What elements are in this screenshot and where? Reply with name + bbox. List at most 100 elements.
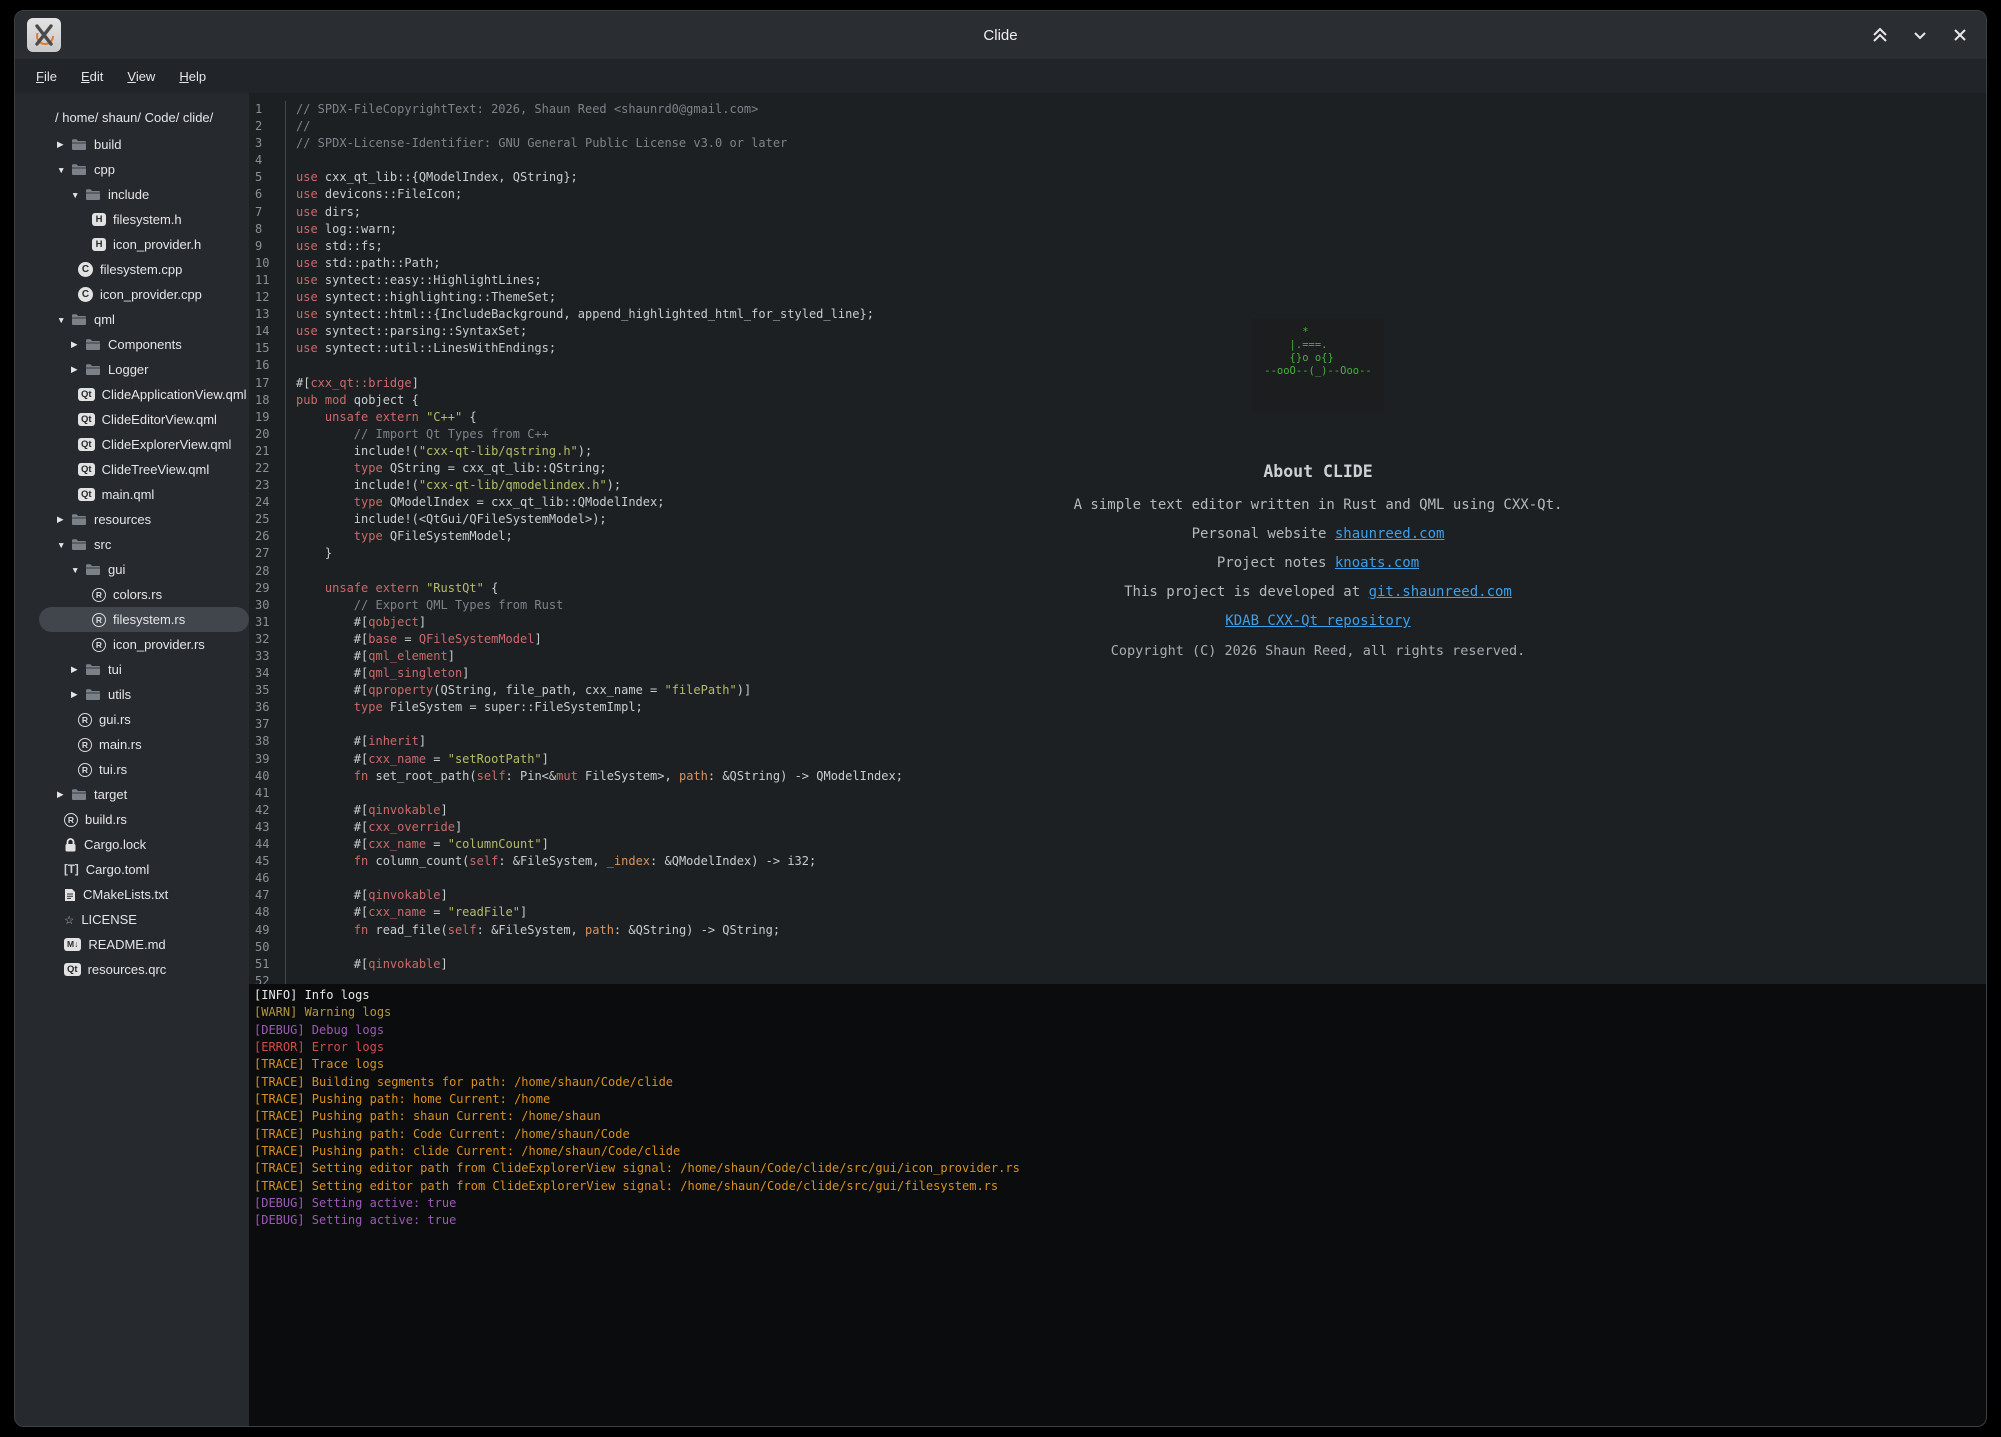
titlebar: Clide (15, 11, 1986, 59)
tree-item-gui[interactable]: ▼ gui (39, 557, 249, 582)
tree-item-target[interactable]: ▶target (39, 782, 249, 807)
about-link-knoats-com[interactable]: knoats.com (1335, 555, 1419, 571)
about-link-kdab-cxx-qt-repository[interactable]: KDAB CXX-Qt repository (1225, 613, 1410, 629)
tree-item-cargo-toml[interactable]: [T]Cargo.toml (39, 857, 249, 882)
chevron-expanded-icon[interactable]: ▼ (55, 540, 71, 550)
code-text: #[qml_singleton] (286, 665, 469, 682)
rust-file-icon: R (92, 588, 106, 602)
tree-item-readme-md[interactable]: M↓README.md (39, 932, 249, 957)
line-number: 6 (249, 186, 286, 203)
tree-item-label: filesystem.cpp (100, 262, 182, 277)
chevron-expanded-icon[interactable]: ▼ (55, 315, 71, 325)
tree-item-resources[interactable]: ▶resources (39, 507, 249, 532)
tree-item-cargo-lock[interactable]: Cargo.lock (39, 832, 249, 857)
tree-item-icon-provider-h[interactable]: Hicon_provider.h (39, 232, 249, 257)
tree-item-clidetreeview-qml[interactable]: QtClideTreeView.qml (39, 457, 249, 482)
code-line: 52 (249, 973, 1986, 984)
code-text: // (286, 118, 310, 135)
line-number: 19 (249, 409, 286, 426)
menu-item-help[interactable]: Help (170, 66, 215, 87)
ascii-art: * |.===. {}o o{} --ooO--(_)--Ooo-- (1252, 318, 1383, 412)
tree-item-label: ClideExplorerView.qml (102, 437, 232, 452)
tree-item-utils[interactable]: ▶utils (39, 682, 249, 707)
header-file-icon: H (92, 238, 106, 252)
tree-item-label: tui.rs (99, 762, 127, 777)
chevron-collapsed-icon[interactable]: ▶ (69, 364, 85, 375)
menu-item-file[interactable]: File (27, 66, 66, 87)
tree-item-resources-qrc[interactable]: Qtresources.qrc (39, 957, 249, 982)
tree-item-license[interactable]: ☆LICENSE (39, 907, 249, 932)
tree-item-logger[interactable]: ▶Logger (39, 357, 249, 382)
tree-item-clideeditorview-qml[interactable]: QtClideEditorView.qml (39, 407, 249, 432)
tree-item-filesystem-h[interactable]: Hfilesystem.h (39, 207, 249, 232)
chevron-collapsed-icon[interactable]: ▶ (55, 139, 71, 150)
about-link-git-shaunreed-com[interactable]: git.shaunreed.com (1369, 584, 1512, 600)
tree-item-icon-provider-cpp[interactable]: Cicon_provider.cpp (39, 282, 249, 307)
tree-item-label: filesystem.h (113, 212, 182, 227)
line-number: 8 (249, 221, 286, 238)
rust-file-icon: R (92, 638, 106, 652)
line-number: 32 (249, 631, 286, 648)
tree-item-clideapplicationview-qml[interactable]: QtClideApplicationView.qml (39, 382, 249, 407)
tree-item-label: icon_provider.rs (113, 637, 205, 652)
menu-item-edit[interactable]: Edit (72, 66, 112, 87)
window-title: Clide (15, 27, 1986, 44)
tree-item-qml[interactable]: ▼qml (39, 307, 249, 332)
code-text (286, 870, 296, 887)
code-text: // SPDX-FileCopyrightText: 2026, Shaun R… (286, 101, 758, 118)
chevron-collapsed-icon[interactable]: ▶ (69, 664, 85, 675)
line-number: 13 (249, 306, 286, 323)
code-text: use syntect::highlighting::ThemeSet; (286, 289, 556, 306)
log-entry-trace: [TRACE] Trace logs (254, 1056, 1986, 1073)
line-number: 4 (249, 152, 286, 169)
tree-item-colors-rs[interactable]: Rcolors.rs (39, 582, 249, 607)
tree-item-filesystem-rs[interactable]: Rfilesystem.rs (39, 607, 249, 632)
maximize-icon[interactable] (1868, 23, 1892, 47)
chevron-collapsed-icon[interactable]: ▶ (69, 689, 85, 700)
line-number: 34 (249, 665, 286, 682)
tree-item-label: ClideEditorView.qml (102, 412, 217, 427)
chevron-collapsed-icon[interactable]: ▶ (55, 514, 71, 525)
menu-item-view[interactable]: View (118, 66, 164, 87)
tree-item-tui[interactable]: ▶tui (39, 657, 249, 682)
chevron-expanded-icon[interactable]: ▼ (69, 565, 85, 575)
code-text: #[cxx_name = "columnCount"] (286, 836, 549, 853)
code-text: #[inherit] (286, 733, 426, 750)
minimize-icon[interactable] (1908, 23, 1932, 47)
tree-item-label: src (94, 537, 111, 552)
tree-item-main-qml[interactable]: Qtmain.qml (39, 482, 249, 507)
tree-item-src[interactable]: ▼ src (39, 532, 249, 557)
code-line: 10use std::path::Path; (249, 255, 1986, 272)
line-number: 30 (249, 597, 286, 614)
chevron-collapsed-icon[interactable]: ▶ (69, 339, 85, 350)
tree-item-filesystem-cpp[interactable]: Cfilesystem.cpp (39, 257, 249, 282)
tree-item-label: gui (108, 562, 125, 577)
tree-item-main-rs[interactable]: Rmain.rs (39, 732, 249, 757)
tree-item-label: cpp (94, 162, 115, 177)
tree-item-icon-provider-rs[interactable]: Ricon_provider.rs (39, 632, 249, 657)
chevron-collapsed-icon[interactable]: ▶ (55, 789, 71, 800)
tree-item-label: main.rs (99, 737, 142, 752)
line-number: 2 (249, 118, 286, 135)
code-editor[interactable]: 1// SPDX-FileCopyrightText: 2026, Shaun … (249, 93, 1986, 984)
line-number: 26 (249, 528, 286, 545)
chevron-expanded-icon[interactable]: ▼ (55, 165, 71, 175)
code-text: type QModelIndex = cxx_qt_lib::QModelInd… (286, 494, 664, 511)
tree-item-gui-rs[interactable]: Rgui.rs (39, 707, 249, 732)
tree-item-include[interactable]: ▼include (39, 182, 249, 207)
tree-item-build-rs[interactable]: Rbuild.rs (39, 807, 249, 832)
tree-item-clideexplorerview-qml[interactable]: QtClideExplorerView.qml (39, 432, 249, 457)
log-entry-trace: [TRACE] Building segments for path: /hom… (254, 1074, 1986, 1091)
folder-icon (85, 688, 101, 701)
tree-item-cpp[interactable]: ▼ cpp (39, 157, 249, 182)
folder-icon (85, 338, 101, 351)
tree-item-cmakelists-txt[interactable]: CMakeLists.txt (39, 882, 249, 907)
about-row: KDAB CXX-Qt repository (1038, 613, 1598, 629)
chevron-expanded-icon[interactable]: ▼ (69, 190, 85, 200)
line-number: 9 (249, 238, 286, 255)
close-icon[interactable] (1948, 23, 1972, 47)
tree-item-tui-rs[interactable]: Rtui.rs (39, 757, 249, 782)
tree-item-components[interactable]: ▶Components (39, 332, 249, 357)
about-link-shaunreed-com[interactable]: shaunreed.com (1335, 526, 1445, 542)
tree-item-build[interactable]: ▶build (39, 132, 249, 157)
